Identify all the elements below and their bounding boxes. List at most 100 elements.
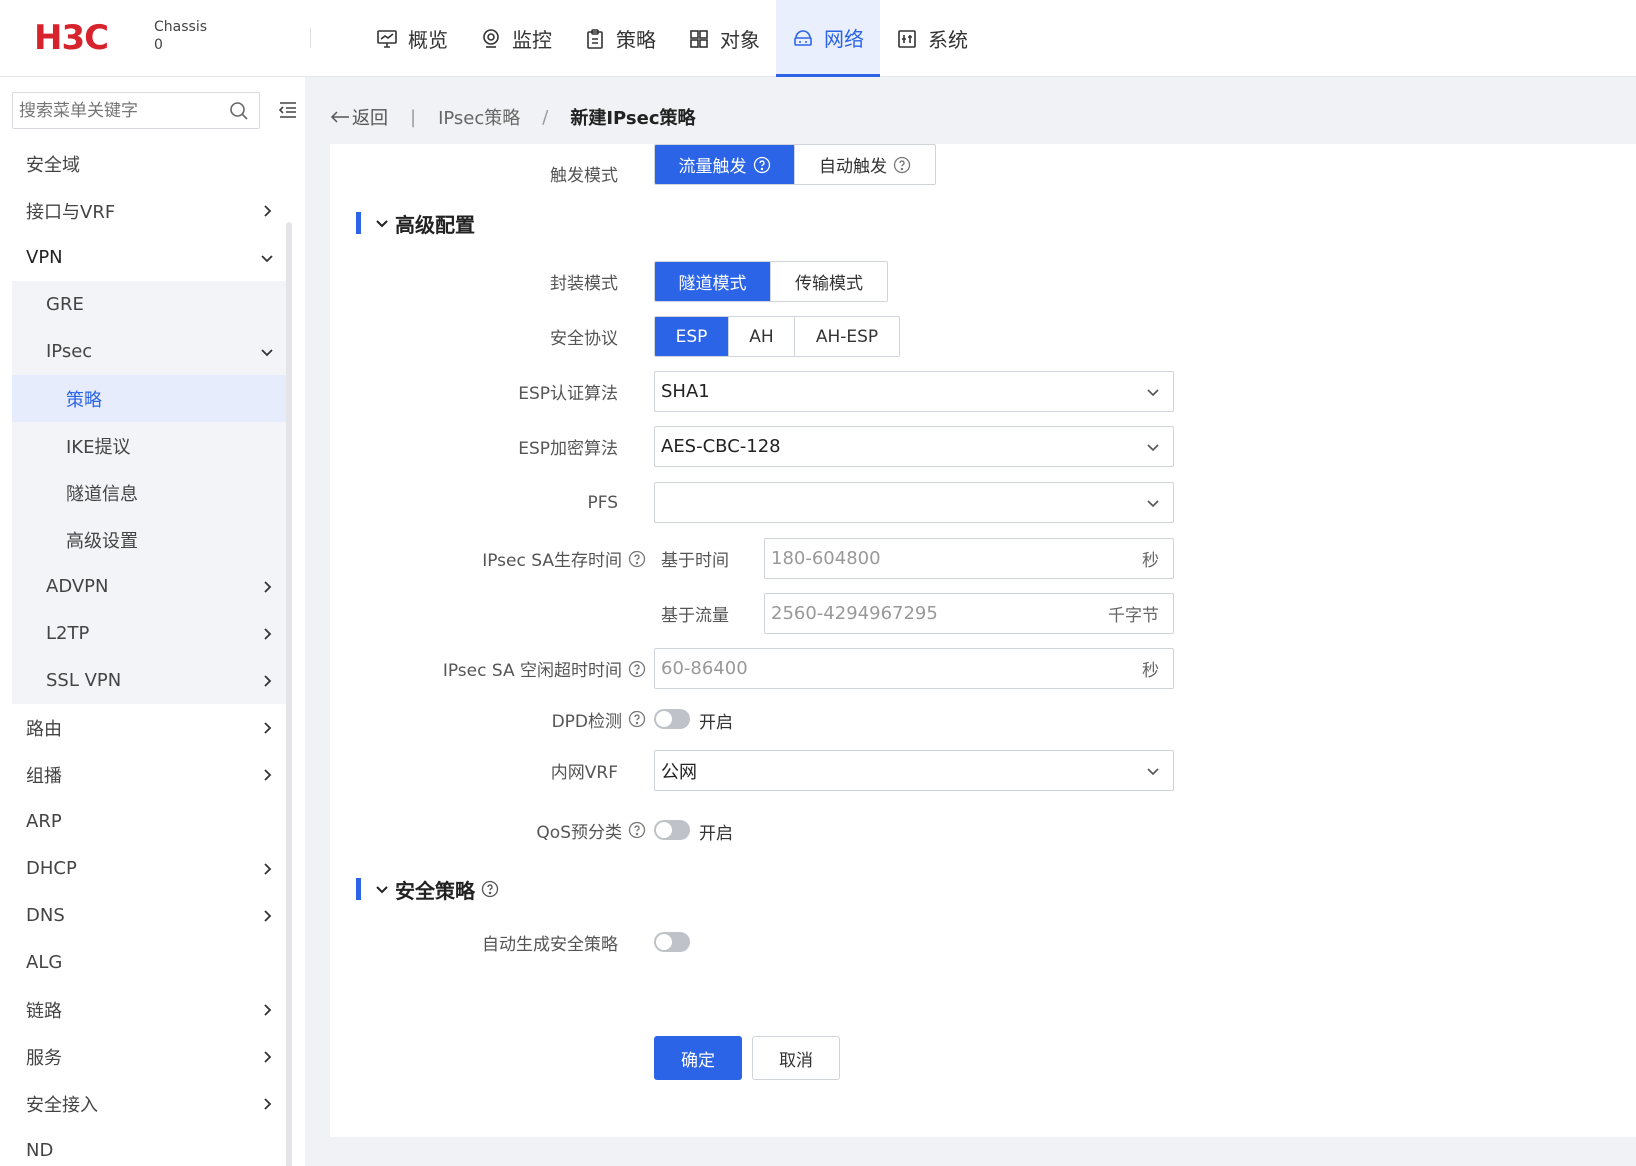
sidebar-item-link[interactable]: 链路 [12,986,286,1033]
trigger-auto-option[interactable]: 自动触发 [795,145,935,184]
protocol-esp-label: ESP [675,326,708,347]
esp-auth-select[interactable]: SHA1 [654,371,1174,412]
chevron-down-icon [261,348,273,356]
auto-policy-toggle[interactable] [654,932,690,952]
esp-encrypt-label-text: ESP加密算法 [518,439,618,459]
security-policy-section-header[interactable]: 安全策略 [356,874,499,904]
encap-mode-label: 封装模式 [330,261,618,302]
qos-toggle-text: 开启 [699,824,733,844]
sidebar-item-label: SSL VPN [46,670,122,691]
h3c-logo: H3C [34,20,109,52]
chevron-right-icon [264,909,272,922]
sidebar-item-dns[interactable]: DNS [12,892,286,939]
search-icon[interactable] [229,101,249,121]
security-protocol-label-text: 安全协议 [550,329,618,349]
collapse-menu-icon[interactable] [278,101,298,119]
protocol-ah-esp-label: AH-ESP [815,326,879,347]
qos-toggle[interactable] [654,820,690,840]
sidebar-item-interface-vrf[interactable]: 接口与VRF [12,187,286,234]
protocol-ah-label: AH [749,326,774,347]
trigger-mode-label: 触发模式 [330,153,618,194]
pfs-select[interactable] [654,482,1174,523]
security-protocol-label: 安全协议 [330,316,618,357]
protocol-ah-option[interactable]: AH [729,317,795,356]
encap-tunnel-option[interactable]: 隧道模式 [655,262,771,301]
sidebar-item-tunnel-info[interactable]: 隧道信息 [12,469,286,516]
help-icon[interactable] [628,821,646,839]
chevron-down-icon [376,220,388,228]
sidebar-item-label: IPsec [46,341,93,362]
arrow-left-icon [330,111,349,123]
advanced-section-header[interactable]: 高级配置 [356,208,475,238]
form-panel: 触发模式 流量触发 自动触发 高级配置 封装模式 隧道模式 传输模式 安全协议 … [330,144,1636,1137]
nav-overview[interactable]: 概览 [360,0,464,77]
chevron-down-icon [1147,768,1159,776]
sidebar-item-nd[interactable]: ND [12,1127,286,1166]
trigger-traffic-option[interactable]: 流量触发 [655,145,795,184]
sidebar-item-multicast[interactable]: 组播 [12,751,286,798]
qos-label-text: QoS预分类 [536,822,622,843]
protocol-esp-option[interactable]: ESP [655,317,729,356]
sidebar-item-label: ND [26,1140,54,1161]
sidebar-item-label: DHCP [26,858,77,879]
confirm-button[interactable]: 确定 [654,1036,742,1080]
sidebar-item-routing[interactable]: 路由 [12,704,286,751]
encap-transport-option[interactable]: 传输模式 [771,262,887,301]
sa-lifetime-time-input[interactable]: 180-604800 秒 [764,538,1174,579]
sidebar-item-ssl-vpn[interactable]: SSL VPN [12,657,286,704]
sidebar-item-security-zone[interactable]: 安全域 [12,140,286,187]
back-link[interactable]: 返回 [330,104,388,130]
help-icon[interactable] [481,880,499,898]
security-policy-section-title: 安全策略 [395,878,475,903]
nav-policy[interactable]: 策略 [568,0,672,77]
sidebar-item-ipsec[interactable]: IPsec [12,328,286,375]
sidebar-item-gre[interactable]: GRE [12,281,286,328]
help-icon[interactable] [893,156,911,174]
trigger-traffic-label: 流量触发 [678,157,747,177]
sidebar-item-label: DNS [26,905,65,926]
sidebar-item-service[interactable]: 服务 [12,1033,286,1080]
nav-policy-label: 策略 [616,28,656,52]
sidebar-item-secure-access[interactable]: 安全接入 [12,1080,286,1127]
chevron-right-icon [264,1050,272,1063]
sidebar-item-dhcp[interactable]: DHCP [12,845,286,892]
sa-idle-timeout-placeholder: 60-86400 [661,658,748,679]
help-icon[interactable] [753,156,771,174]
sidebar-item-label: VPN [26,247,63,268]
sidebar-item-label: 路由 [26,718,62,740]
device-info: Chassis 0 [154,18,207,54]
sidebar-item-advpn[interactable]: ADVPN [12,563,286,610]
sidebar-item-l2tp[interactable]: L2TP [12,610,286,657]
sidebar-item-ipsec-policy[interactable]: 策略 [12,375,286,422]
sidebar-item-label: ARP [26,811,62,832]
cancel-button[interactable]: 取消 [752,1036,840,1080]
sidebar-item-ike-proposal[interactable]: IKE提议 [12,422,286,469]
menu-search-input[interactable] [13,93,213,128]
help-icon[interactable] [628,710,646,728]
sidebar-item-advanced-settings[interactable]: 高级设置 [12,516,286,563]
esp-encrypt-select[interactable]: AES-CBC-128 [654,426,1174,467]
dpd-toggle[interactable] [654,709,690,729]
sidebar-item-alg[interactable]: ALG [12,939,286,986]
sidebar-item-label: 安全接入 [26,1094,98,1116]
sidebar-scrollbar[interactable] [286,222,292,1166]
chevron-right-icon [264,204,272,217]
sidebar-item-vpn[interactable]: VPN [12,234,286,281]
help-icon[interactable] [628,660,646,678]
sidebar-item-arp[interactable]: ARP [12,798,286,845]
sidebar-item-label: 链路 [26,1000,62,1022]
inner-vrf-select[interactable]: 公网 [654,750,1174,791]
sa-idle-timeout-input[interactable]: 60-86400 秒 [654,648,1174,689]
nav-monitor[interactable]: 监控 [464,0,568,77]
sa-lifetime-traffic-input[interactable]: 2560-4294967295 千字节 [764,593,1174,634]
chevron-down-icon [376,886,388,894]
breadcrumb-parent[interactable]: IPsec策略 [438,104,520,130]
help-icon[interactable] [628,550,646,568]
chevron-right-icon [264,862,272,875]
nav-system[interactable]: 系统 [880,0,984,77]
location-pin-icon [483,28,499,48]
protocol-ah-esp-option[interactable]: AH-ESP [795,317,899,356]
nav-object[interactable]: 对象 [672,0,776,77]
nav-network[interactable]: 网络 [776,0,880,77]
sidebar-item-label: ALG [26,952,63,973]
